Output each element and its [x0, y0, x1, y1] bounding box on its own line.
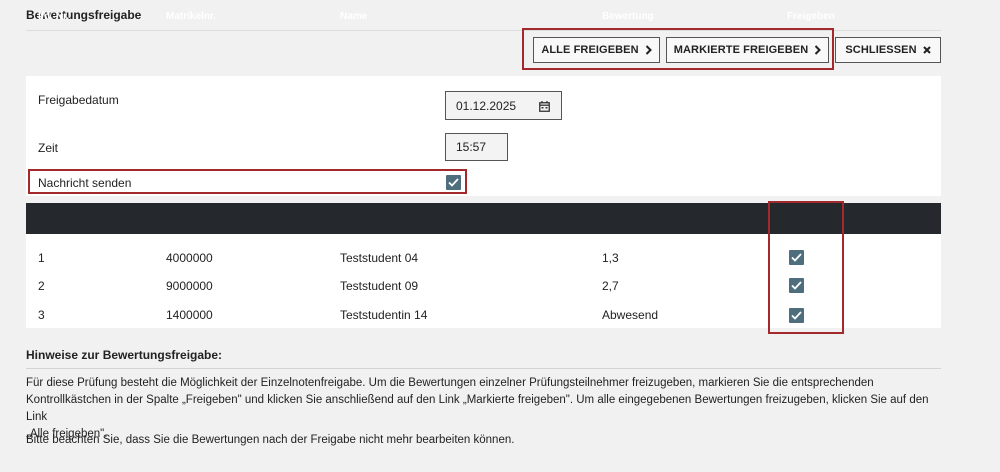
column-header-name: Name: [340, 11, 368, 22]
cell-name: Teststudentin 14: [340, 308, 428, 322]
column-header-grade: Bewertung: [602, 11, 654, 22]
cell-name: Teststudent 04: [340, 251, 419, 265]
column-header-index: lfd. Nr.: [38, 11, 70, 22]
cell-matrikel: 4000000: [166, 251, 213, 265]
release-date-value: 01.12.2025: [456, 98, 517, 113]
cell-matrikel: 1400000: [166, 308, 213, 322]
notes-title: Hinweise zur Bewertungsfreigabe:: [26, 348, 223, 362]
cell-grade: 2,7: [602, 279, 619, 293]
calendar-icon[interactable]: [539, 101, 550, 112]
cell-index: 3: [38, 308, 45, 322]
send-message-highlight-frame: [28, 169, 467, 194]
cell-grade: 1,3: [602, 251, 619, 265]
close-button[interactable]: SCHLIESSEN: [835, 37, 941, 63]
time-value: 15:57: [456, 140, 487, 154]
cell-index: 2: [38, 279, 45, 293]
cell-matrikel: 9000000: [166, 279, 213, 293]
release-date-label: Freigabedatum: [38, 93, 119, 107]
time-field[interactable]: 15:57: [445, 133, 508, 161]
release-column-highlight-frame: [768, 201, 844, 334]
cell-index: 1: [38, 251, 45, 265]
notes-line: Kontrollkästchen in der Spalte „Freigebe…: [26, 394, 929, 423]
column-header-release: Freigeben: [787, 11, 835, 22]
notes-line: Für diese Prüfung besteht die Möglichkei…: [26, 377, 874, 389]
cell-name: Teststudent 09: [340, 279, 419, 293]
notes-paragraph-2: Bitte beachten Sie, dass Sie die Bewertu…: [26, 434, 515, 446]
cell-grade: Abwesend: [602, 308, 659, 322]
close-label: SCHLIESSEN: [845, 44, 917, 56]
close-x-icon: [922, 46, 931, 54]
release-date-field[interactable]: 01.12.2025: [445, 91, 562, 120]
buttons-highlight-frame: [522, 28, 834, 70]
time-label: Zeit: [38, 141, 59, 155]
notes-divider: [26, 368, 941, 369]
column-header-matrikel: Matrikelnr.: [166, 11, 217, 22]
